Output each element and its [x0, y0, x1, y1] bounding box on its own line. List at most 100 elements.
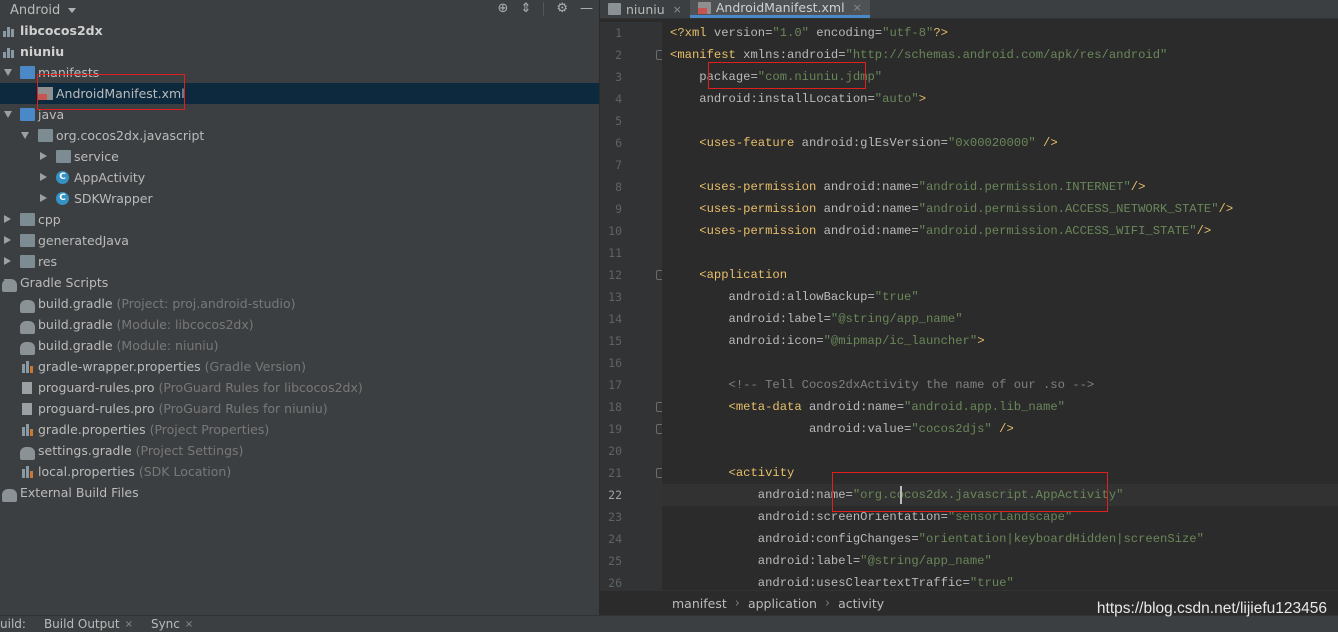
tab-androidmanifest[interactable]: AndroidManifest.xml ×: [689, 0, 870, 18]
tab-label: Sync: [150, 617, 180, 631]
tree-item-build-gradle-libcocos2dx[interactable]: build.gradle (Module: libcocos2dx): [0, 314, 599, 335]
tree-item-proguard-niuniu[interactable]: proguard-rules.pro (ProGuard Rules for n…: [0, 398, 599, 419]
breadcrumb-separator: ›: [824, 595, 831, 611]
chevron-down-icon[interactable]: [21, 132, 29, 139]
tree-item-build-gradle-niuniu[interactable]: build.gradle (Module: niuniu): [0, 335, 599, 356]
line-number: 7: [615, 158, 622, 172]
tree-item-niuniu[interactable]: niuniu: [0, 41, 599, 62]
code-token: "@mipmap/ic_launcher": [823, 334, 978, 348]
line-number: 13: [608, 290, 622, 304]
tab-niuniu[interactable]: niuniu ×: [600, 0, 690, 18]
line-number: 19: [608, 422, 622, 436]
gradle-icon: [2, 279, 17, 292]
tab-label: niuniu: [626, 1, 665, 17]
tree-item-label: gradle-wrapper.properties: [38, 359, 201, 374]
tree-item-settings-gradle[interactable]: settings.gradle (Project Settings): [0, 440, 599, 461]
close-icon[interactable]: ×: [185, 619, 193, 630]
chevron-right-icon[interactable]: [4, 257, 11, 265]
chevron-down-icon: [68, 7, 77, 13]
chevron-right-icon[interactable]: [40, 152, 47, 160]
tree-item-label: org.cocos2dx.javascript: [56, 128, 205, 143]
line-number: 20: [608, 444, 622, 458]
code-line: android:configChanges="orientation|keybo…: [670, 528, 1204, 550]
tree-item-generatedjava[interactable]: generatedJava: [0, 230, 599, 251]
code-token: "http://schemas.android.com/apk/res/andr…: [845, 48, 1168, 62]
view-mode-dropdown[interactable]: Android: [0, 0, 77, 20]
code-line: <meta-data android:name="android.app.lib…: [670, 396, 1065, 418]
tree-item-res[interactable]: res: [0, 251, 599, 272]
breadcrumb-item-manifest[interactable]: manifest: [672, 596, 727, 611]
chevron-right-icon[interactable]: [40, 173, 47, 181]
tree-item-label: External Build Files: [20, 485, 139, 500]
tree-item-label: build.gradle: [38, 317, 113, 332]
code-token: >: [918, 92, 927, 106]
properties-icon: [22, 360, 37, 373]
class-icon: C: [56, 192, 69, 205]
chevron-right-icon[interactable]: [4, 215, 11, 223]
tree-item-sdkwrapper[interactable]: C SDKWrapper: [0, 188, 599, 209]
tree-item-build-gradle-project[interactable]: build.gradle (Project: proj.android-stud…: [0, 293, 599, 314]
breadcrumb-item-application[interactable]: application: [748, 596, 817, 611]
code-token: android:usesCleartextTraffic=: [670, 576, 970, 590]
hide-icon[interactable]: —: [580, 1, 593, 17]
code-token: android:screenOrientation=: [670, 510, 948, 524]
chevron-down-icon[interactable]: [4, 111, 12, 118]
tree-item-external-build-files[interactable]: External Build Files: [0, 482, 599, 503]
code-line: <uses-permission android:name="android.p…: [670, 220, 1211, 242]
tree-item-label: SDKWrapper: [74, 191, 153, 206]
class-icon: C: [56, 171, 69, 184]
collapse-icon[interactable]: ⇕: [520, 1, 531, 17]
xml-file-icon: [697, 1, 711, 14]
gradle-icon: [20, 342, 35, 355]
tree-item-local-properties[interactable]: local.properties (SDK Location): [0, 461, 599, 482]
code-token: android:name=: [823, 202, 919, 216]
folder-icon: [20, 255, 35, 268]
tree-item-gradle-properties[interactable]: gradle.properties (Project Properties): [0, 419, 599, 440]
chevron-right-icon[interactable]: [40, 194, 47, 202]
tree-item-label: AppActivity: [74, 170, 146, 185]
line-number: 15: [608, 334, 622, 348]
gear-icon[interactable]: ⚙: [556, 1, 568, 17]
tree-item-text: build.gradle (Module: niuniu): [38, 335, 219, 356]
close-icon[interactable]: ×: [853, 1, 862, 14]
line-number: 16: [608, 356, 622, 370]
tree-item-service[interactable]: service: [0, 146, 599, 167]
tab-sync[interactable]: Sync ×: [151, 617, 193, 631]
tree-item-label: niuniu: [20, 44, 65, 59]
breadcrumb-item-activity[interactable]: activity: [838, 596, 884, 611]
tree-item-hint: (ProGuard Rules for libcocos2dx): [158, 380, 363, 395]
package-icon: [38, 129, 53, 142]
tree-item-appactivity[interactable]: C AppActivity: [0, 167, 599, 188]
tree-item-hint: (Module: libcocos2dx): [116, 317, 254, 332]
tab-build-output[interactable]: Build Output ×: [44, 617, 133, 631]
code-token: "@string/app_name": [860, 554, 992, 568]
code-token: "android.permission.ACCESS_NETWORK_STATE…: [918, 202, 1219, 216]
package-icon: [56, 150, 71, 163]
code-token: />: [1218, 202, 1234, 216]
tree-item-hint: (Project Settings): [135, 443, 244, 458]
tree-item-cpp[interactable]: cpp: [0, 209, 599, 230]
locate-icon[interactable]: ⊕: [498, 1, 509, 17]
chevron-down-icon[interactable]: [4, 69, 12, 76]
close-icon[interactable]: ×: [673, 3, 682, 16]
chevron-right-icon[interactable]: [4, 236, 11, 244]
code-line: android:label="@string/app_name": [670, 308, 963, 330]
tree-item-label: libcocos2dx: [20, 23, 103, 38]
code-token: />: [1043, 136, 1058, 150]
tree-item-gradle-wrapper[interactable]: gradle-wrapper.properties (Gradle Versio…: [0, 356, 599, 377]
tree-item-proguard-libcocos2dx[interactable]: proguard-rules.pro (ProGuard Rules for l…: [0, 377, 599, 398]
close-icon[interactable]: ×: [125, 619, 133, 630]
line-number: 2: [615, 48, 622, 62]
tree-item-package[interactable]: org.cocos2dx.javascript: [0, 125, 599, 146]
tree-item-text: settings.gradle (Project Settings): [38, 440, 243, 461]
tree-item-label: gradle.properties: [38, 422, 146, 437]
code-token: >: [977, 334, 985, 348]
tree-item-label: proguard-rules.pro: [38, 401, 155, 416]
code-token: "sensorLandscape": [947, 510, 1073, 524]
tree-item-libcocos2dx[interactable]: libcocos2dx: [0, 20, 599, 41]
line-number-gutter[interactable]: 1 2 3 4 5 6 7 8 9 10 11 12 13 14 15 16 17 18 19 20 21 22 23 24 2…: [600, 22, 666, 590]
tree-item-text: build.gradle (Module: libcocos2dx): [38, 314, 254, 335]
code-token: android:label=: [670, 312, 831, 326]
tree-item-gradle-scripts[interactable]: Gradle Scripts: [0, 272, 599, 293]
tree-item-hint: (Project: proj.android-studio): [116, 296, 296, 311]
